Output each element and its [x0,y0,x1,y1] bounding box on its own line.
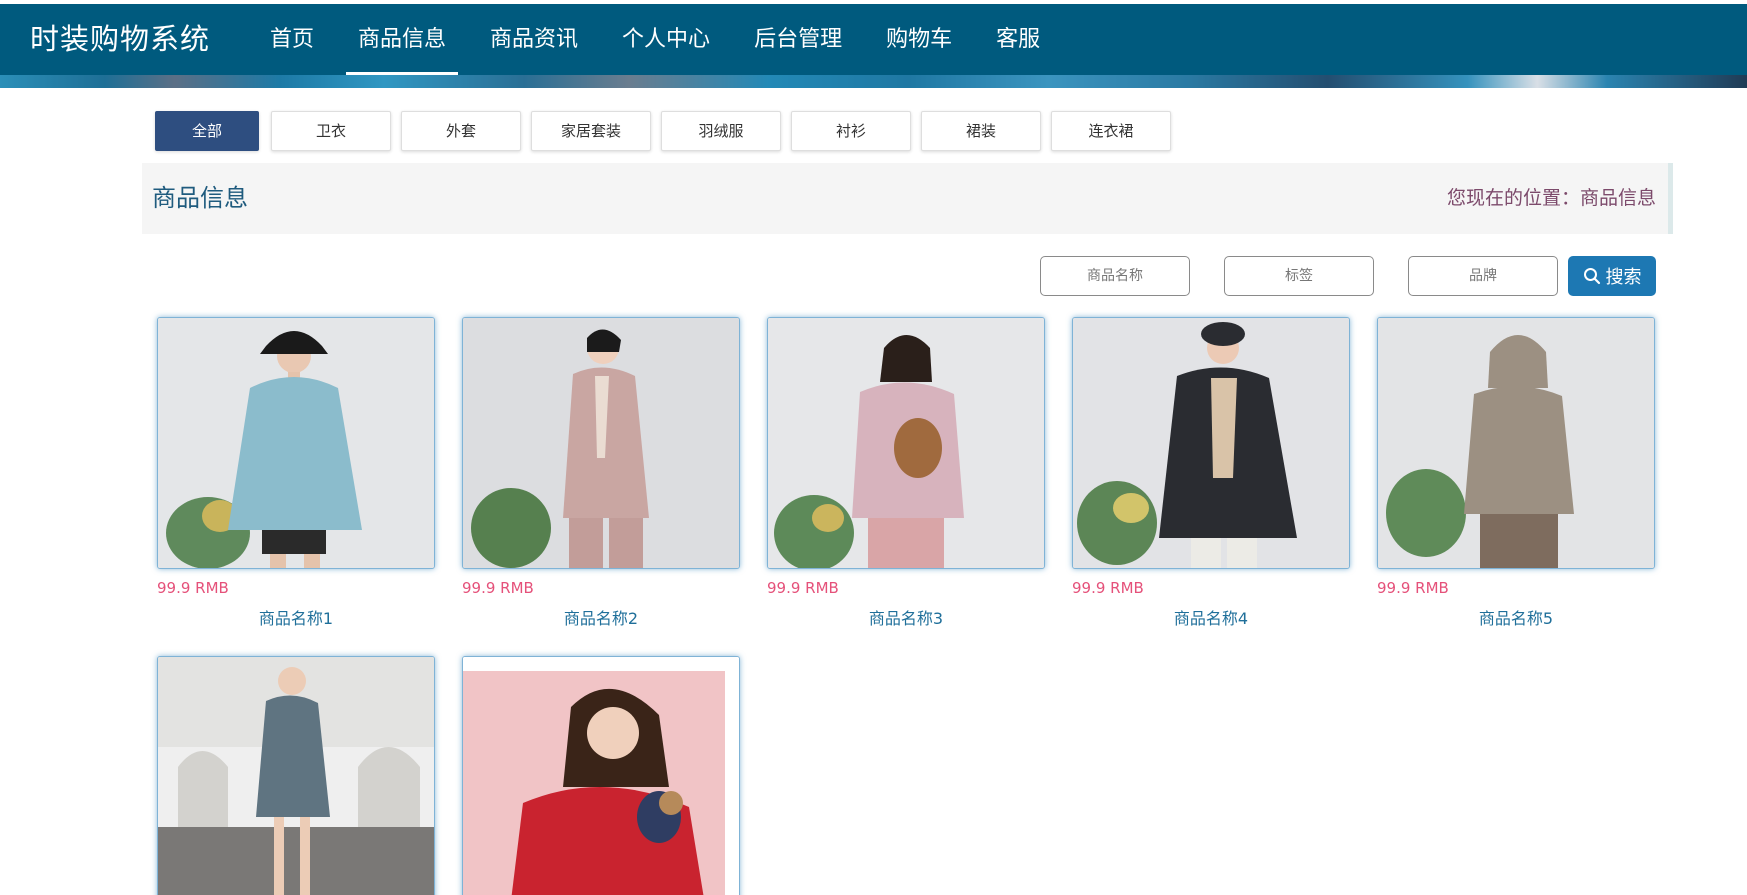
product-image[interactable] [1377,317,1655,569]
product-card: 99.9 RMB 商品名称2 [462,317,740,629]
nav-home[interactable]: 首页 [270,4,314,75]
nav-profile[interactable]: 个人中心 [622,4,710,75]
product-image[interactable] [462,317,740,569]
product-card [462,656,740,895]
product-name[interactable]: 商品名称2 [462,605,740,629]
page-title: 商品信息 [152,184,248,212]
search-button-label: 搜索 [1605,267,1642,288]
main-nav: 首页 商品信息 商品资讯 个人中心 后台管理 购物车 客服 [270,4,1084,75]
product-name[interactable]: 商品名称5 [1377,605,1655,629]
nav-products[interactable]: 商品信息 [346,4,459,75]
product-price: 99.9 RMB [462,579,534,597]
product-name[interactable]: 商品名称3 [767,605,1045,629]
search-button[interactable]: 搜索 [1568,256,1656,296]
site-brand[interactable]: 时装购物系统 [30,4,210,75]
brand-input[interactable] [1408,256,1558,296]
product-price: 99.9 RMB [157,579,229,597]
category-coat[interactable]: 外套 [401,111,521,151]
product-image[interactable] [462,656,740,895]
nav-support[interactable]: 客服 [996,4,1040,75]
tag-input[interactable] [1224,256,1374,296]
category-dress[interactable]: 连衣裙 [1051,111,1171,151]
product-price: 99.9 RMB [767,579,839,597]
product-card: 99.9 RMB 商品名称5 [1377,317,1655,629]
product-image[interactable] [767,317,1045,569]
search-icon [1583,268,1600,285]
product-card [157,656,435,895]
product-price: 99.9 RMB [1072,579,1144,597]
category-all[interactable]: 全部 [155,111,259,151]
product-image[interactable] [1072,317,1350,569]
nav-news[interactable]: 商品资讯 [490,4,578,75]
breadcrumb: 您现在的位置：商品信息 [1446,187,1656,209]
product-name[interactable]: 商品名称1 [157,605,435,629]
product-card: 99.9 RMB 商品名称3 [767,317,1045,629]
category-hoodie[interactable]: 卫衣 [271,111,391,151]
banner-image-strip [0,75,1747,88]
category-down-jacket[interactable]: 羽绒服 [661,111,781,151]
category-shirt[interactable]: 衬衫 [791,111,911,151]
product-price: 99.9 RMB [1377,579,1449,597]
product-card: 99.9 RMB 商品名称4 [1072,317,1350,629]
nav-admin[interactable]: 后台管理 [754,4,842,75]
category-tabs: 全部 卫衣 外套 家居套装 羽绒服 衬衫 裙装 连衣裙 [155,111,1181,151]
product-name[interactable]: 商品名称4 [1072,605,1350,629]
product-name-input[interactable] [1040,256,1190,296]
product-image[interactable] [157,317,435,569]
category-homewear[interactable]: 家居套装 [531,111,651,151]
page-title-bar: 商品信息 您现在的位置：商品信息 [142,163,1673,234]
nav-cart[interactable]: 购物车 [886,4,952,75]
category-skirt[interactable]: 裙装 [921,111,1041,151]
product-card: 99.9 RMB 商品名称1 [157,317,435,629]
product-image[interactable] [157,656,435,895]
